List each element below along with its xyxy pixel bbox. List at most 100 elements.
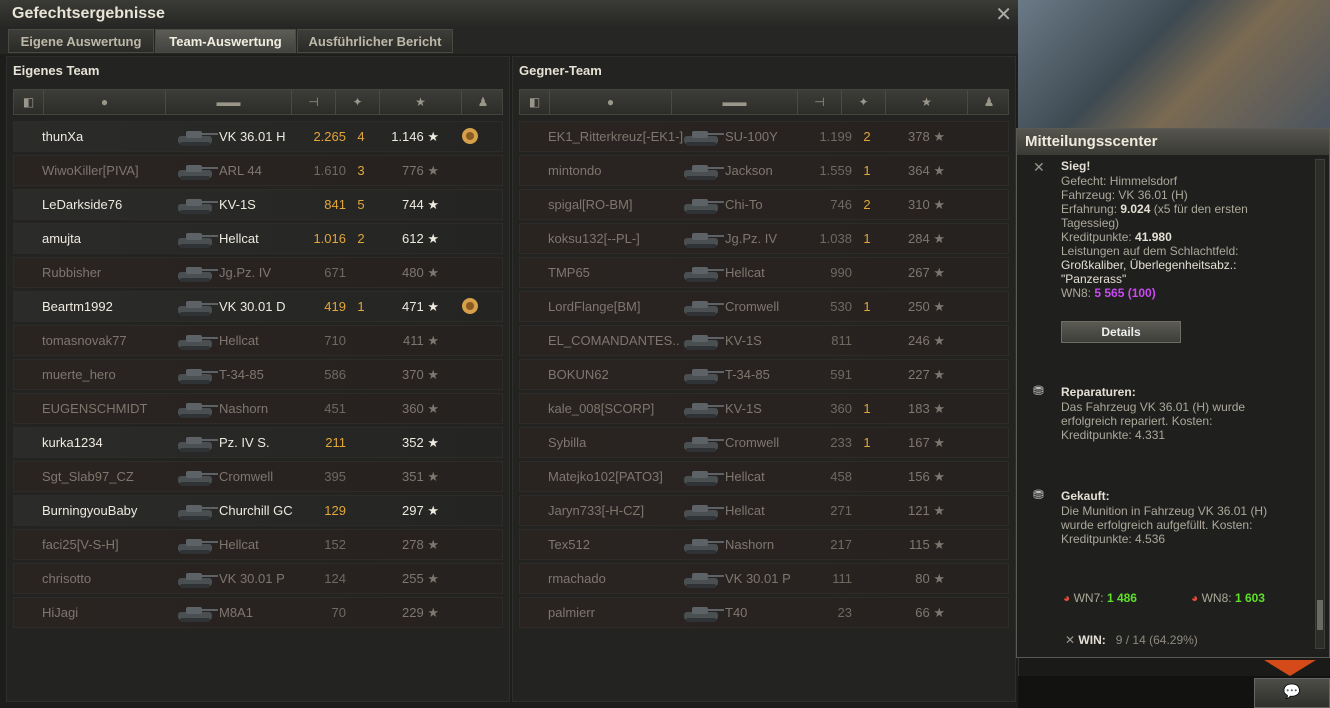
damage-value: 2.265 [313, 129, 346, 144]
player-row[interactable]: EL_COMANDANTES.. KV-1S 811 246 ★ [519, 325, 1009, 356]
kills-value [860, 462, 874, 491]
chat-icon: 💬 [1283, 683, 1301, 699]
battle-results-window: Gefechtsergebnisse ✕ Eigene Auswertung T… [0, 0, 1019, 708]
tank-column-icon[interactable]: ▬▬ [672, 90, 798, 114]
kills-value: 1 [863, 231, 871, 246]
player-row[interactable]: muerte_hero T-34-85 586 370 ★ [13, 359, 503, 390]
tank-name: Pz. IV S. [219, 435, 270, 450]
kills-value [860, 258, 874, 287]
player-row[interactable]: spigal[RO-BM] Chi-To 746 2 310 ★ [519, 189, 1009, 220]
message-center-body: ✕ Sieg! Gefecht: Himmelsdorf Fahrzeug: V… [1017, 157, 1313, 649]
medal-icon[interactable] [460, 296, 480, 316]
tank-icon [684, 233, 724, 248]
xp-value: 278 ★ [402, 537, 439, 552]
repair-line-2: erfolgreich repariert. Kosten: [1061, 414, 1213, 428]
tab-team-evaluation[interactable]: Team-Auswertung [155, 29, 296, 53]
tank-name: Hellcat [219, 537, 259, 552]
kills-value: 2 [357, 231, 365, 246]
damage-value: 70 [331, 605, 346, 620]
player-row[interactable]: WiwoKiller[PIVA] ARL 44 1.610 3 776 ★ [13, 155, 503, 186]
bought-line-1: Die Munition in Fahrzeug VK 36.01 (H) [1061, 504, 1268, 518]
xp-column-icon[interactable]: ★ [886, 90, 968, 114]
xp-value: 471 ★ [402, 299, 439, 314]
tank-icon [178, 573, 218, 588]
damage-value: 671 [324, 265, 346, 280]
player-name: Tex512 [548, 537, 590, 552]
player-row[interactable]: Beartm1992 VK 30.01 D 419 1 471 ★ [13, 291, 503, 322]
tank-name: Hellcat [725, 265, 765, 280]
player-row[interactable]: koksu132[--PL-] Jg.Pz. IV 1.038 1 284 ★ [519, 223, 1009, 254]
details-button[interactable]: Details [1061, 321, 1181, 343]
scrollbar-thumb[interactable] [1317, 600, 1323, 630]
chat-button[interactable]: 💬 [1254, 678, 1330, 708]
battle-vehicle: Fahrzeug: VK 36.01 (H) [1061, 188, 1188, 202]
player-row[interactable]: Matejko102[PATO3] Hellcat 458 156 ★ [519, 461, 1009, 492]
message-center-scrollbar[interactable] [1315, 159, 1325, 649]
player-name: BurningyouBaby [42, 503, 138, 518]
tank-icon [684, 607, 724, 622]
kills-column-icon[interactable]: ✦ [336, 90, 380, 114]
kills-value: 1 [863, 435, 871, 450]
player-row[interactable]: mintondo Jackson 1.559 1 364 ★ [519, 155, 1009, 186]
player-row[interactable]: Jaryn733[-H-CZ] Hellcat 271 121 ★ [519, 495, 1009, 526]
player-row[interactable]: BOKUN62 T-34-85 591 227 ★ [519, 359, 1009, 390]
coins-icon: ⛃ [1033, 383, 1044, 398]
player-row[interactable]: palmierr T40 23 66 ★ [519, 597, 1009, 628]
kills-value: 3 [357, 163, 365, 178]
performance-2: "Panzerass" [1061, 272, 1127, 286]
player-row[interactable]: tomasnovak77 Hellcat 710 411 ★ [13, 325, 503, 356]
player-column-icon[interactable]: ● [44, 90, 166, 114]
message-center: Mitteilungsscenter ✕ Sieg! Gefecht: Himm… [1016, 128, 1330, 658]
kills-value: 1 [863, 401, 871, 416]
player-row[interactable]: kurka1234 Pz. IV S. 211 352 ★ [13, 427, 503, 458]
player-row[interactable]: TMP65 Hellcat 990 267 ★ [519, 257, 1009, 288]
player-row[interactable]: amujta Hellcat 1.016 2 612 ★ [13, 223, 503, 254]
platoon-column-icon[interactable]: ◧ [14, 90, 44, 114]
xp-column-icon[interactable]: ★ [380, 90, 462, 114]
player-row[interactable]: BurningyouBaby Churchill GC 129 297 ★ [13, 495, 503, 526]
player-row[interactable]: Tex512 Nashorn 217 115 ★ [519, 529, 1009, 560]
damage-column-icon[interactable]: ⊣ [292, 90, 336, 114]
damage-value: 395 [324, 469, 346, 484]
player-row[interactable]: Sgt_Slab97_CZ Cromwell 395 351 ★ [13, 461, 503, 492]
player-row[interactable]: LeDarkside76 KV-1S 841 5 744 ★ [13, 189, 503, 220]
kills-column-icon[interactable]: ✦ [842, 90, 886, 114]
player-name: Beartm1992 [42, 299, 113, 314]
player-row[interactable]: chrisotto VK 30.01 P 124 255 ★ [13, 563, 503, 594]
player-name: thunXa [42, 129, 84, 144]
tab-detailed-report[interactable]: Ausführlicher Bericht [297, 29, 453, 53]
experience-note-2: Tagessieg) [1061, 216, 1120, 230]
player-row[interactable]: faci25[V-S-H] Hellcat 152 278 ★ [13, 529, 503, 560]
close-icon[interactable]: ✕ [995, 2, 1012, 27]
victory-heading: Sieg! [1061, 159, 1091, 173]
xp-value: 370 ★ [402, 367, 439, 382]
tab-own-evaluation[interactable]: Eigene Auswertung [8, 29, 154, 53]
player-row[interactable]: rmachado VK 30.01 P 111 80 ★ [519, 563, 1009, 594]
wn8-battle-value: 5 565 (100) [1094, 286, 1156, 300]
kills-value [354, 462, 368, 491]
tank-icon [178, 471, 218, 486]
platoon-column-icon[interactable]: ◧ [520, 90, 550, 114]
medal-icon[interactable] [460, 126, 480, 146]
kills-value [354, 530, 368, 559]
player-column-icon[interactable]: ● [550, 90, 672, 114]
medal-column-icon[interactable]: ♟ [462, 90, 504, 114]
player-row[interactable]: Rubbisher Jg.Pz. IV 671 480 ★ [13, 257, 503, 288]
kills-value [860, 326, 874, 355]
damage-value: 233 [830, 435, 852, 450]
player-name: EUGENSCHMIDT [42, 401, 148, 416]
damage-column-icon[interactable]: ⊣ [798, 90, 842, 114]
player-row[interactable]: Sybilla Cromwell 233 1 167 ★ [519, 427, 1009, 458]
player-row[interactable]: EK1_Ritterkreuz[-EK1-] SU-100Y 1.199 2 378 ★ [519, 121, 1009, 152]
performance-1: Großkaliber, Überlegenheitsabz.: [1061, 258, 1237, 272]
tank-name: T-34-85 [725, 367, 770, 382]
medal-column-icon[interactable]: ♟ [968, 90, 1010, 114]
tank-column-icon[interactable]: ▬▬ [166, 90, 292, 114]
player-row[interactable]: EUGENSCHMIDT Nashorn 451 360 ★ [13, 393, 503, 424]
damage-value: 129 [324, 503, 346, 518]
player-row[interactable]: HiJagi M8A1 70 229 ★ [13, 597, 503, 628]
player-row[interactable]: LordFlange[BM] Cromwell 530 1 250 ★ [519, 291, 1009, 322]
player-row[interactable]: kale_008[SCORP] KV-1S 360 1 183 ★ [519, 393, 1009, 424]
damage-value: 530 [830, 299, 852, 314]
player-row[interactable]: thunXa VK 36.01 H 2.265 4 1.146 ★ [13, 121, 503, 152]
